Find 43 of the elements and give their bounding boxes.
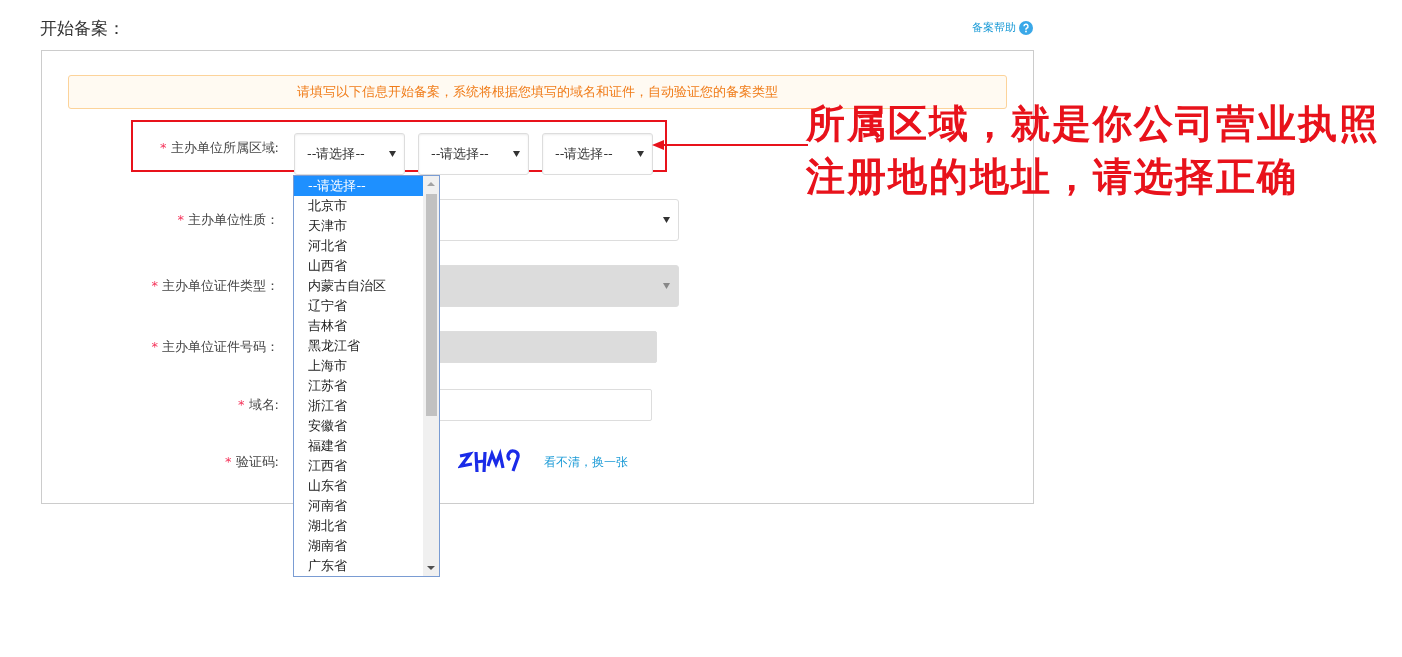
dropdown-option[interactable]: 上海市 (294, 356, 423, 376)
caret-icon (637, 151, 644, 157)
field-label: 域名: (248, 396, 279, 415)
required-mark: * (225, 453, 232, 472)
dropdown-option[interactable]: 吉林省 (294, 316, 423, 336)
region-select[interactable]: --请选择-- (542, 133, 653, 175)
required-mark: * (177, 211, 184, 230)
dropdown-option[interactable]: 河北省 (294, 236, 423, 256)
dropdown-option[interactable]: 内蒙古自治区 (294, 276, 423, 296)
field-label: 验证码: (235, 453, 279, 472)
caret-icon (663, 217, 670, 223)
help-icon (1019, 21, 1033, 36)
dropdown-option[interactable]: 山东省 (294, 476, 423, 496)
scrollbar[interactable] (423, 176, 439, 576)
dropdown-option[interactable]: 北京市 (294, 196, 423, 216)
caret-icon (663, 283, 670, 289)
field-label: 主办单位性质： (188, 211, 279, 230)
dropdown-option[interactable]: 辽宁省 (294, 296, 423, 316)
dropdown-option[interactable]: 浙江省 (294, 396, 423, 416)
region-select[interactable]: --请选择-- (294, 133, 405, 175)
caret-icon (513, 151, 520, 157)
annotation-text: 注册地的地址，请选择正确 (806, 153, 1299, 201)
required-mark: * (151, 277, 158, 296)
region-select[interactable]: --请选择-- (418, 133, 529, 175)
dropdown-option[interactable]: 黑龙江省 (294, 336, 423, 356)
dropdown-option[interactable]: 湖北省 (294, 516, 423, 536)
dropdown-option[interactable]: 福建省 (294, 436, 423, 456)
required-mark: * (160, 139, 167, 157)
dropdown-option[interactable]: 安徽省 (294, 416, 423, 436)
dropdown-option[interactable]: 湖南省 (294, 536, 423, 556)
field-label: 主办单位证件类型： (162, 277, 279, 296)
required-mark: * (151, 338, 158, 357)
caret-icon (389, 151, 396, 157)
dropdown-option[interactable]: 河南省 (294, 496, 423, 516)
dropdown-option[interactable]: 广东省 (294, 556, 423, 576)
field-label: 主办单位所属区域: (170, 139, 279, 157)
required-mark: * (238, 396, 245, 415)
dropdown-option[interactable]: 江苏省 (294, 376, 423, 396)
field-label: 主办单位证件号码： (162, 338, 279, 357)
dropdown-option[interactable]: 天津市 (294, 216, 423, 236)
dropdown-option[interactable]: 山西省 (294, 256, 423, 276)
page-title: 开始备案： (40, 17, 125, 40)
dropdown-option[interactable]: 江西省 (294, 456, 423, 476)
